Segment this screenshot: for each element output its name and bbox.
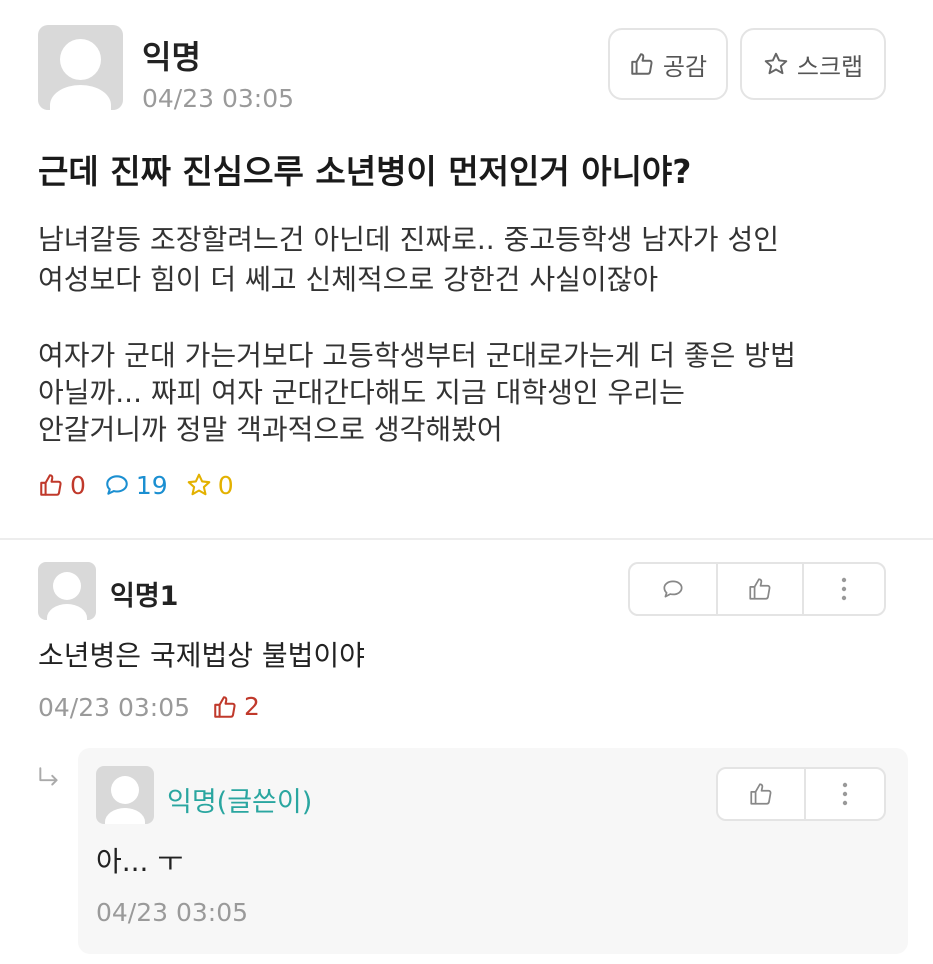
reply-text: 아... ㅜ [96, 845, 184, 878]
scrap-button[interactable]: 스크랩 [740, 28, 886, 100]
thumbs-up-icon [750, 783, 772, 805]
post-body-line: 여성보다 힘이 더 쎄고 신체적으로 강한건 사실이잖아 [38, 263, 659, 296]
post-timestamp: 04/23 03:05 [142, 84, 295, 113]
thumbs-up-icon [749, 578, 771, 600]
reply-timestamp: 04/23 03:05 [96, 898, 249, 927]
comment-like-count-value: 2 [244, 692, 260, 721]
post-body-line: 여자가 군대 가는거보다 고등학생부터 군대로가는게 더 좋은 방법 [38, 339, 796, 372]
comment-text: 소년병은 국제법상 불법이야 [38, 639, 365, 672]
reply-author-name: 익명(글쓴이) [167, 787, 313, 818]
speech-bubble-icon [663, 580, 683, 598]
post-body-line: 남녀갈등 조장할려느건 아닌데 진짜로.. 중고등학생 남자가 성인 [38, 223, 779, 256]
star-icon [187, 473, 211, 496]
reply-actions [716, 767, 886, 821]
speech-bubble-icon [106, 475, 128, 495]
thumbs-up-icon [40, 474, 62, 496]
post-author-avatar [38, 25, 123, 110]
comment-like-count: 2 [212, 692, 260, 721]
reply-more-button[interactable] [804, 769, 884, 819]
post-title: 근데 진짜 진심으루 소년병이 먼저인거 아니야? [38, 152, 692, 191]
post-author-name: 익명 [142, 38, 201, 76]
section-divider [0, 538, 933, 540]
comment-author-name: 익명1 [110, 581, 179, 612]
more-vertical-icon [842, 782, 848, 806]
thumbs-up-icon [214, 695, 236, 718]
scrap-count: 0 [186, 471, 234, 500]
scrap-button-label: 스크랩 [796, 52, 864, 81]
post-stats: 0 19 0 [38, 467, 234, 503]
comment-like-button[interactable] [716, 564, 802, 614]
like-button-label: 공감 [662, 52, 708, 81]
star-icon [764, 52, 788, 75]
post-body-line: 안갈거니까 정말 객과적으로 생각해봤어 [38, 413, 503, 446]
comment-timestamp: 04/23 03:05 [38, 693, 191, 722]
comment-actions [628, 562, 886, 616]
comment-more-button[interactable] [802, 564, 884, 614]
reply-arrow-icon [39, 767, 58, 786]
post-body-line: 아닐까... 짜피 여자 군대간다해도 지금 대학생인 우리는 [38, 376, 685, 409]
thumbs-up-icon [631, 53, 653, 75]
like-button[interactable]: 공감 [608, 28, 728, 100]
comment-count-value: 19 [135, 470, 168, 500]
reply-button[interactable] [630, 564, 716, 614]
more-vertical-icon [841, 577, 847, 601]
like-count: 0 [38, 471, 86, 500]
reply-author-avatar [96, 766, 154, 824]
reply-like-button[interactable] [718, 769, 804, 819]
comment-author-avatar [38, 562, 96, 620]
scrap-count-value: 0 [217, 470, 234, 500]
like-count-value: 0 [70, 470, 86, 500]
comment-count: 19 [104, 471, 168, 500]
